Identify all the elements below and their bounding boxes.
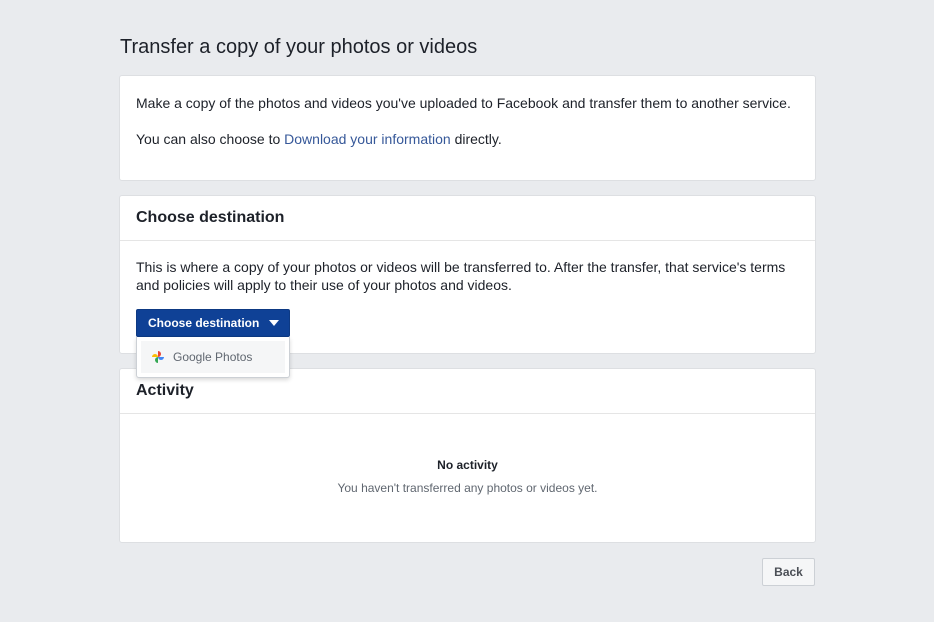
choose-destination-card: Choose destination This is where a copy … — [119, 195, 816, 354]
choose-destination-button-label: Choose destination — [148, 316, 260, 330]
choose-destination-button[interactable]: Choose destination — [136, 309, 290, 337]
no-activity-title: No activity — [437, 458, 498, 472]
choose-destination-header: Choose destination — [120, 196, 815, 241]
download-your-information-link[interactable]: Download your information — [284, 131, 451, 147]
caret-down-icon — [269, 320, 280, 326]
activity-empty-state: No activity You haven't transferred any … — [120, 458, 815, 495]
activity-card: Activity No activity You haven't transfe… — [119, 368, 816, 543]
destination-dropdown-menu: Google Photos — [136, 337, 290, 378]
download-info-suffix: directly. — [450, 131, 502, 147]
no-activity-subtitle: You haven't transferred any photos or vi… — [337, 481, 598, 495]
destination-description: This is where a copy of your photos or v… — [136, 259, 786, 293]
download-info-prefix: You can also choose to — [136, 131, 285, 147]
intro-card: Make a copy of the photos and videos you… — [119, 75, 816, 181]
intro-text: Make a copy of the photos and videos you… — [136, 95, 791, 111]
google-photos-label: Google Photos — [173, 350, 253, 364]
page-title: Transfer a copy of your photos or videos — [120, 36, 478, 58]
back-button[interactable]: Back — [762, 558, 815, 586]
dropdown-option-google-photos[interactable]: Google Photos — [141, 341, 285, 373]
google-photos-icon — [152, 351, 164, 363]
download-info-text: You can also choose to Download your inf… — [136, 130, 799, 148]
